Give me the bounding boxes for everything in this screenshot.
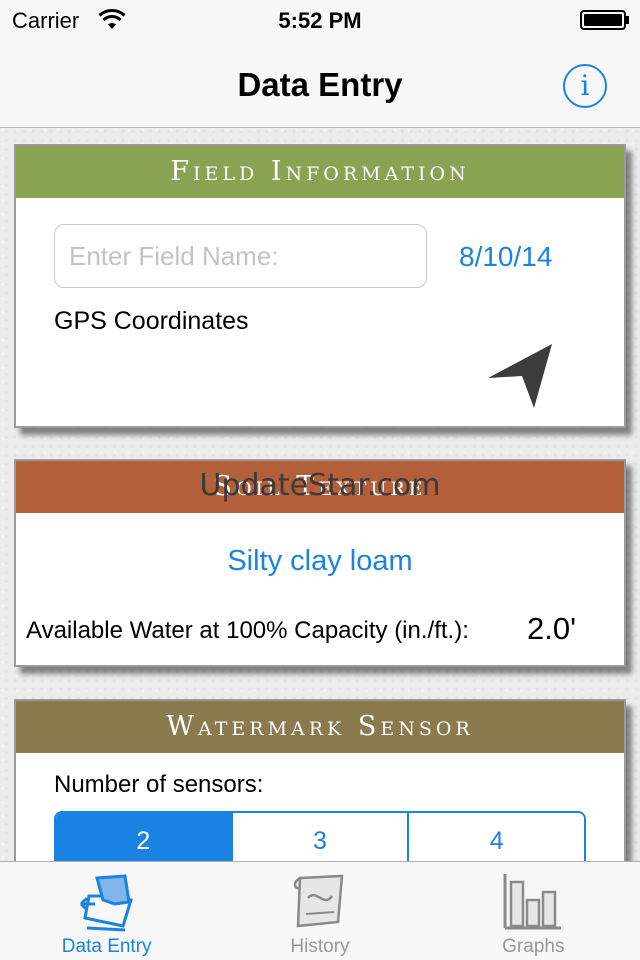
soil-texture-card: Soil Texture UpdateStar.com Silty clay l…	[14, 459, 626, 667]
gps-coordinates-label: GPS Coordinates	[54, 307, 249, 335]
tab-graphs[interactable]: Graphs	[427, 862, 640, 960]
status-bar: Carrier 5:52 PM	[0, 0, 640, 40]
page-title: Data Entry	[237, 66, 403, 103]
history-scroll-icon	[293, 874, 344, 928]
field-information-card: Field Information 8/10/14 GPS Coordinate…	[14, 144, 626, 428]
tab-bar: Data Entry History Graphs	[0, 861, 640, 960]
watermark-sensor-header: Watermark Sensor	[16, 701, 624, 753]
watermark-overlay: UpdateStar.com	[199, 468, 441, 503]
tab-label-graphs: Graphs	[502, 936, 565, 957]
available-water-value: 2.0'	[527, 611, 577, 646]
tab-history[interactable]: History	[213, 862, 426, 960]
data-entry-icon	[79, 874, 133, 932]
bar-chart-icon	[503, 874, 562, 930]
battery-icon	[580, 10, 629, 30]
tab-label-data-entry: Data Entry	[61, 936, 152, 957]
status-time: 5:52 PM	[278, 8, 362, 33]
sensor-count-label: Number of sensors:	[54, 771, 264, 798]
soil-texture-header: Soil Texture UpdateStar.com	[16, 461, 624, 513]
location-arrow-icon[interactable]	[486, 338, 558, 410]
field-name-input[interactable]	[54, 224, 427, 288]
info-icon: i	[580, 69, 590, 102]
date-button[interactable]: 8/10/14	[459, 241, 552, 273]
soil-texture-button[interactable]: Silty clay loam	[16, 545, 624, 578]
available-water-label: Available Water at 100% Capacity (in./ft…	[26, 617, 469, 644]
field-information-header: Field Information	[16, 146, 624, 198]
tab-label-history: History	[290, 936, 350, 957]
tab-data-entry[interactable]: Data Entry	[0, 862, 213, 960]
navigation-bar: Data Entry i	[0, 40, 640, 128]
info-button[interactable]: i	[563, 64, 607, 108]
